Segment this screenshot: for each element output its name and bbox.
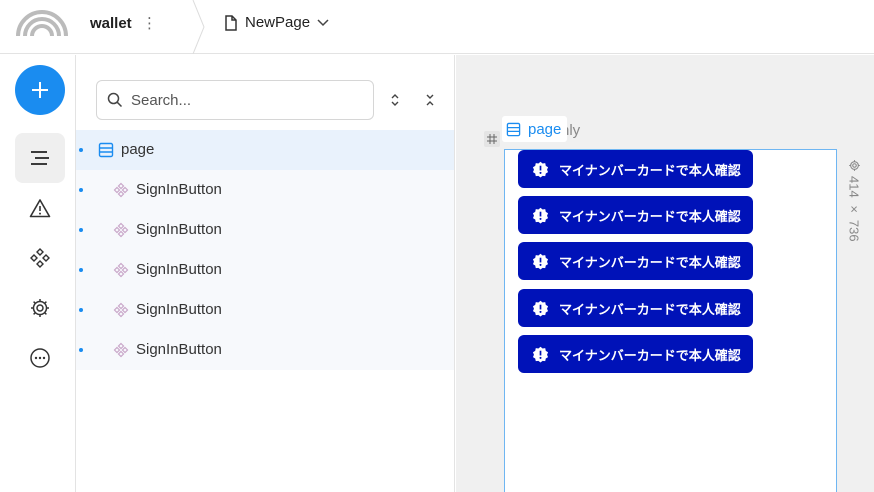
frame-size-label: 414 × 736 bbox=[844, 159, 864, 242]
tree-item-signinbutton[interactable]: SignInButton bbox=[76, 210, 454, 250]
more-icon bbox=[30, 348, 50, 368]
sign-in-button[interactable]: マイナンバーカードで本人確認 bbox=[518, 242, 753, 280]
file-icon bbox=[225, 14, 237, 31]
search-input[interactable] bbox=[131, 91, 351, 109]
page-icon bbox=[98, 142, 114, 158]
sign-in-button[interactable]: マイナンバーカードで本人確認 bbox=[518, 196, 753, 234]
project-name[interactable]: wallet bbox=[90, 15, 132, 32]
component-icon bbox=[113, 222, 129, 238]
expand-all-button[interactable] bbox=[386, 91, 404, 109]
warning-icon bbox=[29, 199, 51, 218]
tree-item-label: SignInButton bbox=[136, 341, 222, 358]
tree-item-label: SignInButton bbox=[136, 301, 222, 318]
page-name: NewPage bbox=[245, 14, 311, 31]
components-button[interactable] bbox=[15, 233, 65, 283]
sign-in-button-label: マイナンバーカードで本人確認 bbox=[559, 162, 741, 178]
design-canvas[interactable]: nly page マイナンバーカードで本人確認 マイナンバーカードで本人確認 マ… bbox=[456, 55, 874, 492]
component-icon bbox=[113, 182, 129, 198]
left-rail bbox=[0, 55, 76, 492]
badge-alert-icon bbox=[532, 161, 549, 178]
rainbow-logo-icon[interactable] bbox=[14, 8, 70, 38]
collapse-all-button[interactable] bbox=[421, 91, 439, 109]
tree-dot bbox=[79, 308, 83, 312]
sign-in-button-label: マイナンバーカードで本人確認 bbox=[559, 347, 741, 363]
tree-item-signinbutton[interactable]: SignInButton bbox=[76, 330, 454, 370]
frame-handle[interactable] bbox=[484, 131, 500, 147]
sign-in-button[interactable]: マイナンバーカードで本人確認 bbox=[518, 289, 753, 327]
sign-in-button-label: マイナンバーカードで本人確認 bbox=[559, 208, 741, 224]
sign-in-button-label: マイナンバーカードで本人確認 bbox=[559, 301, 741, 317]
component-icon bbox=[113, 342, 129, 358]
component-icon bbox=[113, 302, 129, 318]
layer-tree: page SignInButton SignInButton SignInBut… bbox=[76, 130, 454, 370]
badge-alert-icon bbox=[532, 207, 549, 224]
chevron-down-icon bbox=[317, 18, 329, 26]
tree-dot bbox=[79, 148, 83, 152]
add-button[interactable] bbox=[15, 65, 65, 115]
component-icon bbox=[113, 262, 129, 278]
frame-size-text: 414 × 736 bbox=[846, 176, 862, 242]
tree-item-label: SignInButton bbox=[136, 181, 222, 198]
top-bar: wallet ⋮ NewPage bbox=[0, 0, 874, 54]
components-icon bbox=[30, 248, 50, 268]
search-icon bbox=[107, 92, 123, 108]
badge-alert-icon bbox=[532, 253, 549, 270]
frame-label-text: page bbox=[528, 120, 562, 138]
page-frame[interactable]: マイナンバーカードで本人確認 マイナンバーカードで本人確認 マイナンバーカードで… bbox=[504, 149, 837, 492]
layers-button[interactable] bbox=[15, 133, 65, 183]
tree-item-label: SignInButton bbox=[136, 221, 222, 238]
tree-dot bbox=[79, 188, 83, 192]
tree-dot bbox=[79, 268, 83, 272]
tree-item-label: SignInButton bbox=[136, 261, 222, 278]
layers-panel: page SignInButton SignInButton SignInBut… bbox=[76, 55, 455, 492]
breadcrumb-divider bbox=[192, 0, 205, 54]
chevrons-up-down-icon bbox=[391, 94, 399, 106]
gear-icon bbox=[848, 160, 860, 171]
settings-icon bbox=[31, 299, 49, 317]
sign-in-button-label: マイナンバーカードで本人確認 bbox=[559, 254, 741, 270]
search-box[interactable] bbox=[96, 80, 374, 120]
frame-label[interactable]: page bbox=[502, 116, 568, 142]
page-selector[interactable]: NewPage bbox=[224, 14, 329, 31]
chevrons-down-up-icon bbox=[426, 94, 434, 106]
tree-item-signinbutton[interactable]: SignInButton bbox=[76, 250, 454, 290]
settings-button[interactable] bbox=[15, 283, 65, 333]
tree-dot bbox=[79, 348, 83, 352]
more-button[interactable] bbox=[15, 333, 65, 383]
tree-dot bbox=[79, 228, 83, 232]
badge-alert-icon bbox=[532, 300, 549, 317]
tree-item-label: page bbox=[121, 141, 155, 158]
tree-item-signinbutton[interactable]: SignInButton bbox=[76, 170, 454, 210]
sign-in-button[interactable]: マイナンバーカードで本人確認 bbox=[518, 335, 753, 373]
warnings-button[interactable] bbox=[15, 183, 65, 233]
sign-in-button[interactable]: マイナンバーカードで本人確認 bbox=[518, 150, 753, 188]
badge-alert-icon bbox=[532, 346, 549, 363]
frame-icon bbox=[487, 134, 497, 144]
add-icon bbox=[32, 82, 48, 98]
page-icon bbox=[506, 122, 521, 136]
layers-icon bbox=[31, 151, 49, 165]
tree-item-signinbutton[interactable]: SignInButton bbox=[76, 290, 454, 330]
project-menu-icon[interactable]: ⋮ bbox=[142, 14, 157, 32]
tree-item-page[interactable]: page bbox=[76, 130, 454, 170]
